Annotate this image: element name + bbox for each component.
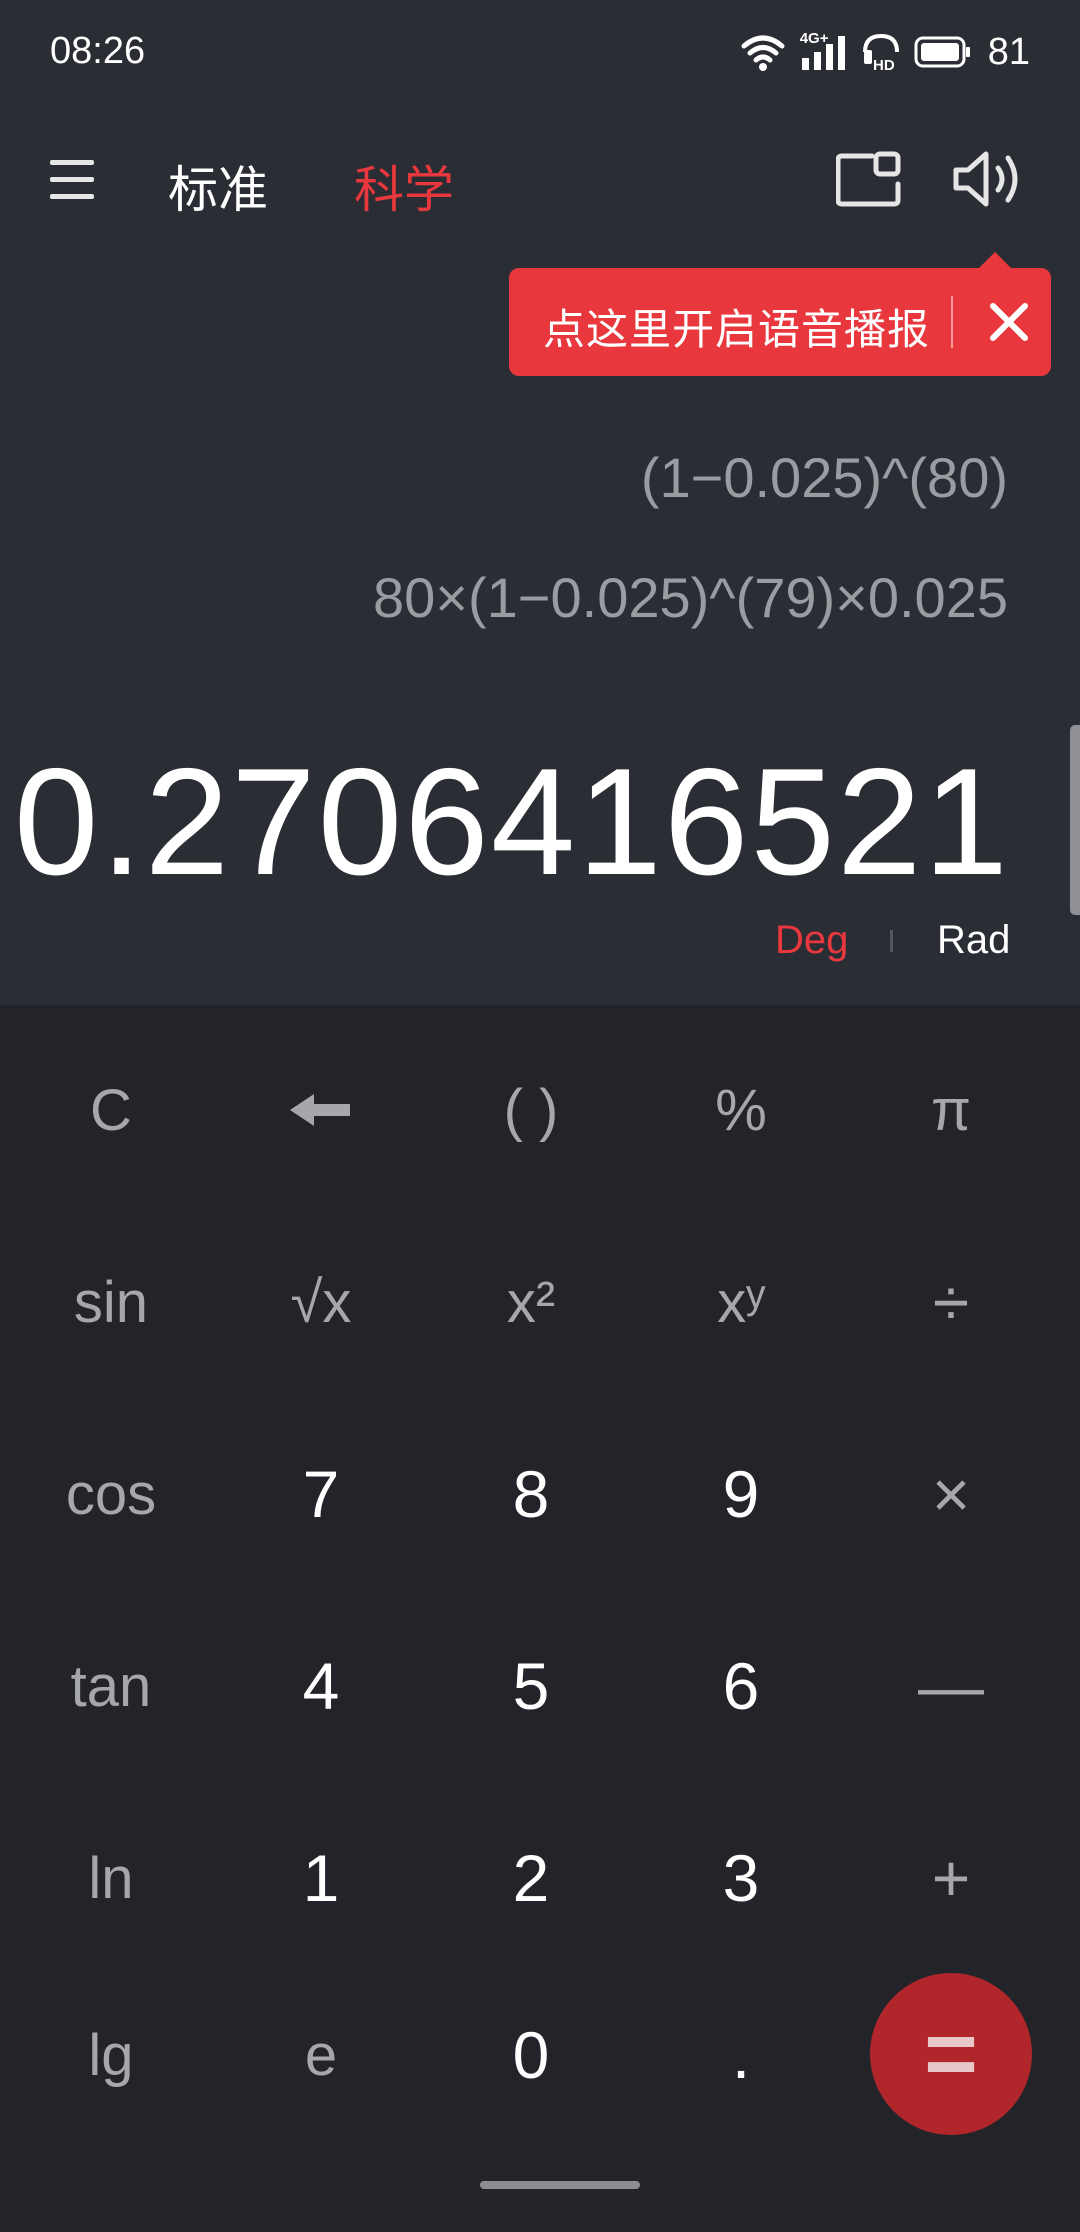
status-bar: 08:26 4G+ HD 81 [0, 0, 1080, 110]
hd-icon: HD [862, 32, 900, 72]
sqrt-button[interactable]: √x [216, 1227, 426, 1377]
floating-window-icon [835, 151, 901, 207]
status-time: 08:26 [50, 30, 146, 72]
digit-3-button[interactable]: 3 [636, 1803, 846, 1953]
close-icon [990, 303, 1028, 341]
tab-scientific[interactable]: 科学 [354, 150, 454, 222]
ln-button[interactable]: ln [6, 1803, 216, 1953]
floating-window-button[interactable] [835, 150, 906, 210]
voice-broadcast-tooltip[interactable]: 点这里开启语音播报 [509, 252, 1051, 376]
wifi-icon [740, 32, 786, 72]
history-expression-1: (1−0.025)^(80) [640, 446, 1008, 509]
sin-button[interactable]: sin [6, 1227, 216, 1377]
digit-5-button[interactable]: 5 [426, 1611, 636, 1761]
display-scroll-indicator[interactable] [1070, 725, 1080, 915]
power-button[interactable]: xʸ [636, 1227, 846, 1377]
backspace-arrow-icon [290, 1094, 350, 1126]
battery-level: 81 [987, 30, 1030, 73]
digit-9-button[interactable]: 9 [636, 1419, 846, 1569]
equals-button[interactable]: = [870, 1973, 1032, 2135]
menu-icon [50, 160, 94, 165]
angle-mode-separator [890, 930, 893, 952]
backspace-button[interactable] [216, 1035, 426, 1185]
history-expression-2: 80×(1−0.025)^(79)×0.025 [373, 566, 1008, 629]
battery-icon [914, 35, 972, 69]
clear-button[interactable]: C [6, 1035, 216, 1185]
digit-4-button[interactable]: 4 [216, 1611, 426, 1761]
lg-button[interactable]: lg [6, 1980, 216, 2130]
digit-8-button[interactable]: 8 [426, 1419, 636, 1569]
multiply-button[interactable]: × [846, 1419, 1056, 1569]
angle-mode-rad[interactable]: Rad [937, 918, 1010, 963]
pi-button[interactable]: π [846, 1035, 1056, 1185]
digit-2-button[interactable]: 2 [426, 1803, 636, 1953]
decimal-point-button[interactable]: . [636, 1980, 846, 2130]
tan-button[interactable]: tan [6, 1611, 216, 1761]
euler-e-button[interactable]: e [216, 1980, 426, 2130]
cos-button[interactable]: cos [6, 1419, 216, 1569]
percent-button[interactable]: % [636, 1035, 846, 1185]
top-bar: 标准 科学 [0, 120, 1080, 240]
angle-mode-deg[interactable]: Deg [775, 918, 848, 963]
divide-button[interactable]: ÷ [846, 1227, 1056, 1377]
signal-4g-icon: 4G+ [800, 30, 848, 72]
speaker-button[interactable] [950, 146, 1030, 212]
plus-button[interactable]: + [846, 1803, 1056, 1953]
digit-7-button[interactable]: 7 [216, 1419, 426, 1569]
digit-6-button[interactable]: 6 [636, 1611, 846, 1761]
digit-1-button[interactable]: 1 [216, 1803, 426, 1953]
speaker-icon [953, 151, 1018, 207]
tab-standard[interactable]: 标准 [168, 150, 268, 222]
voice-tip-text: 点这里开启语音播报 [543, 306, 931, 353]
close-tooltip-button[interactable] [979, 292, 1039, 352]
square-button[interactable]: x² [426, 1227, 636, 1377]
result-display: 0.2706416521 [13, 737, 1010, 907]
tooltip-divider [951, 296, 953, 348]
svg-text:HD: HD [873, 57, 895, 72]
menu-button[interactable] [38, 150, 108, 210]
parentheses-button[interactable]: ( ) [426, 1035, 636, 1185]
minus-button[interactable]: — [846, 1611, 1056, 1761]
home-indicator[interactable] [480, 2181, 640, 2189]
digit-0-button[interactable]: 0 [426, 1980, 636, 2130]
calculator-screen: 08:26 4G+ HD 81 标准 科学 点这里开启语音播报 (1−0.025… [0, 0, 1080, 2232]
status-icons: 4G+ HD 81 [740, 28, 1030, 76]
keypad: C ( ) % π sin √x x² xʸ ÷ cos 7 8 9 × tan… [0, 1005, 1080, 2232]
